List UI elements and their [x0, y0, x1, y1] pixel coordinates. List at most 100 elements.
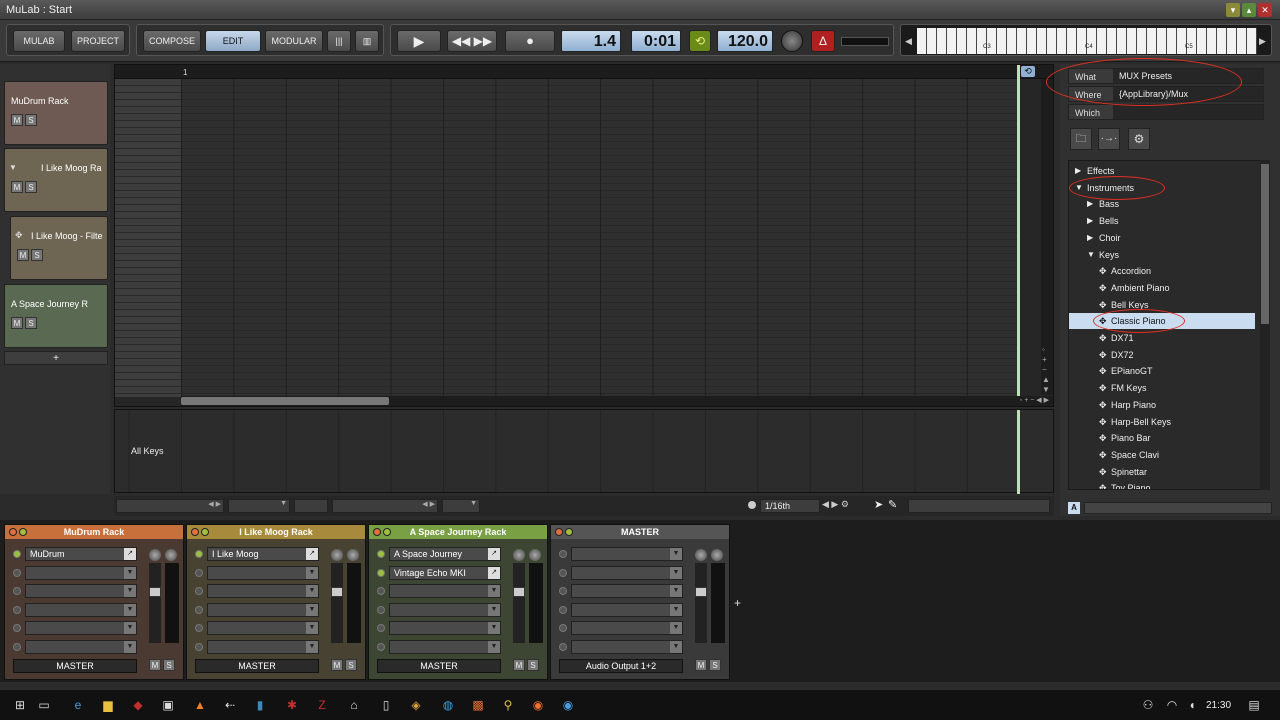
output-selector[interactable]: MASTER	[377, 659, 501, 673]
mulab-taskbar-icon[interactable]: ◉	[560, 697, 576, 713]
edit-button[interactable]: EDIT	[205, 30, 261, 52]
gear-icon[interactable]: ⚙	[1128, 128, 1150, 150]
tree-item[interactable]: ✥ Ambient Piano	[1069, 280, 1255, 296]
mute-button[interactable]: M	[11, 181, 23, 193]
strip-name[interactable]: MuDrum Rack	[5, 525, 183, 539]
vertical-scrollbar[interactable]: ◦ + − ▲ ▼	[1041, 79, 1053, 395]
fader-handle[interactable]	[695, 587, 707, 597]
record-icon[interactable]: ●	[505, 30, 555, 52]
tree-item[interactable]: ✥ Toy Piano	[1069, 480, 1255, 489]
tree-item[interactable]: ✥ Piano Bar	[1069, 430, 1255, 446]
loop-toggle-icon[interactable]: ⟲	[1021, 66, 1035, 77]
zoom-controls-icon[interactable]: ◦ + − ▲ ▼	[1042, 345, 1050, 395]
track-item[interactable]: ▼ I Like Moog Ra M S	[4, 148, 108, 212]
gain-knob-icon[interactable]	[529, 549, 541, 561]
tree-item[interactable]: ✥ Spinettar	[1069, 464, 1255, 480]
tree-item[interactable]: ✥ DX71	[1069, 330, 1255, 346]
solo-button[interactable]: S	[25, 317, 37, 329]
solo-button[interactable]: S	[345, 659, 357, 671]
chevron-down-icon[interactable]: ▼	[670, 585, 682, 597]
playhead[interactable]	[1017, 65, 1020, 406]
loop-icon[interactable]: ⟲	[689, 30, 711, 52]
slot-power-icon[interactable]	[377, 624, 385, 632]
footer-letter[interactable]: A	[1068, 502, 1080, 514]
slot-power-icon[interactable]	[13, 568, 21, 577]
slot-power-icon[interactable]	[377, 587, 385, 595]
chevron-down-icon[interactable]: ▼	[670, 622, 682, 634]
slot-power-icon[interactable]	[559, 587, 567, 595]
tree-scroll-thumb[interactable]	[1261, 164, 1269, 324]
mute-button[interactable]: M	[11, 114, 23, 126]
solo-dot-icon[interactable]	[565, 528, 573, 536]
wifi-icon[interactable]: ◠	[1164, 697, 1180, 713]
gain-knob-icon[interactable]	[711, 549, 723, 561]
search-icon[interactable]: ⚲	[500, 697, 516, 713]
chevron-down-icon[interactable]: ▼	[306, 640, 318, 653]
volume-knob-icon[interactable]	[781, 30, 803, 52]
expand-icon[interactable]: ▶	[1087, 230, 1093, 246]
tree-item[interactable]: ✥ Harp-Bell Keys	[1069, 414, 1255, 430]
insert-slot[interactable]: ▼	[13, 621, 137, 635]
param-field[interactable]	[294, 499, 328, 513]
tree-item[interactable]: ✥ FM Keys	[1069, 380, 1255, 396]
rewind-forward-icon[interactable]: ◀◀ ▶▶	[447, 30, 497, 52]
insert-slot[interactable]: ▼	[377, 602, 501, 617]
insert-slot[interactable]: ▼	[13, 565, 137, 580]
tree-scrollbar[interactable]	[1260, 160, 1270, 490]
edit-plugin-icon[interactable]: ↗	[306, 548, 318, 560]
solo-button[interactable]: S	[709, 659, 721, 671]
chevron-down-icon[interactable]: ▼	[124, 640, 136, 653]
insert-slot[interactable]: ▼	[195, 639, 319, 654]
mute-button[interactable]: M	[331, 659, 343, 671]
filezilla-icon[interactable]: Z	[314, 697, 330, 713]
note-grid[interactable]	[181, 79, 1019, 397]
insert-slot[interactable]: ▼	[13, 639, 137, 654]
pan-knob-icon[interactable]	[149, 549, 161, 561]
chevron-down-icon[interactable]: ▼	[488, 585, 500, 597]
slot-power-icon[interactable]	[13, 587, 21, 595]
quantize-arrows-icon[interactable]: ◀ ▶ ⚙	[822, 499, 849, 510]
insert-slot[interactable]: ▼	[559, 584, 683, 598]
play-icon[interactable]: ▶	[397, 30, 441, 52]
browser-search-input[interactable]	[1084, 502, 1272, 514]
add-strip-button[interactable]: +	[734, 596, 741, 610]
app-icon-red[interactable]: ◆	[130, 697, 146, 713]
strip-name[interactable]: I Like Moog Rack	[187, 525, 365, 539]
slot-power-icon[interactable]	[195, 624, 203, 632]
output-selector[interactable]: MASTER	[195, 659, 319, 673]
windows-start-icon[interactable]: ⊞	[12, 697, 28, 713]
slot-power-icon[interactable]	[13, 624, 21, 632]
slot-power-icon[interactable]	[559, 642, 567, 651]
app-icon-orange[interactable]: ▩	[470, 697, 486, 713]
tree-item[interactable]: ✥ Accordion	[1069, 263, 1255, 279]
tree-item[interactable]: ▶ Bells	[1069, 213, 1255, 229]
time-display[interactable]: 0:01	[631, 30, 681, 52]
strip-name[interactable]: MASTER	[551, 525, 729, 539]
pan-knob-icon[interactable]	[695, 549, 707, 561]
fader-handle[interactable]	[149, 587, 161, 597]
app-icon-blue[interactable]: ▮	[252, 697, 268, 713]
chevron-down-icon[interactable]: ▼	[488, 603, 500, 616]
fader-handle[interactable]	[513, 587, 525, 597]
slot-power-icon[interactable]	[195, 550, 203, 558]
expand-icon[interactable]: ▶	[1087, 196, 1093, 212]
insert-slot[interactable]: ▼	[559, 621, 683, 635]
file-explorer-icon[interactable]: ▆	[100, 697, 116, 713]
track-item[interactable]: MuDrum Rack M S	[4, 81, 108, 145]
position-display[interactable]: 1.4	[561, 30, 621, 52]
slot-power-icon[interactable]	[559, 605, 567, 614]
insert-slot[interactable]: ▼	[559, 565, 683, 580]
app-icon-circle[interactable]: ◍	[440, 697, 456, 713]
slot-power-icon[interactable]	[195, 587, 203, 595]
chevron-down-icon[interactable]: ▼	[306, 566, 318, 579]
h-zoom-controls-icon[interactable]: ◦ + − ◀ ▶	[1020, 396, 1049, 404]
pan-knob-icon[interactable]	[331, 549, 343, 561]
mute-button[interactable]: M	[11, 317, 23, 329]
piano-keyboard[interactable]: C3 C4 C5	[917, 28, 1257, 54]
insert-slot[interactable]: A Space Journey ↗	[377, 547, 501, 561]
solo-dot-icon[interactable]	[383, 528, 391, 536]
slot-power-icon[interactable]	[13, 605, 21, 614]
insert-slot[interactable]: ▼	[195, 565, 319, 580]
app-icon-bug[interactable]: ✱	[284, 697, 300, 713]
strip-name[interactable]: A Space Journey Rack	[369, 525, 547, 539]
